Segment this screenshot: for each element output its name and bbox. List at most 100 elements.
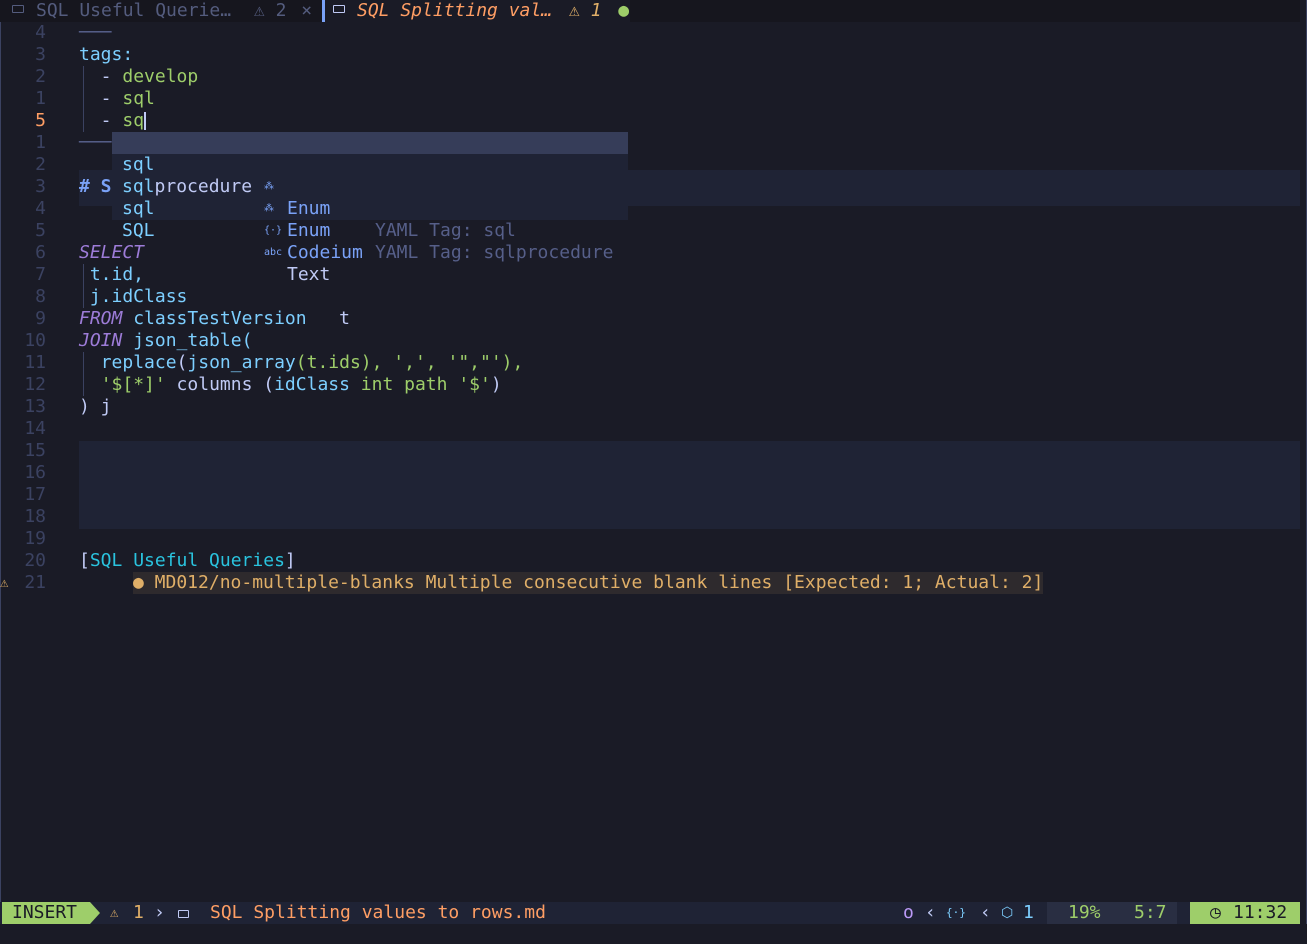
tab-label: SQL Useful Querie… bbox=[36, 0, 232, 21]
separator-icon: ‹ bbox=[980, 902, 991, 923]
line-number: 19 bbox=[24, 528, 46, 549]
sql-type: int path bbox=[349, 374, 459, 395]
line-number: 14 bbox=[24, 418, 46, 439]
cursor bbox=[144, 112, 147, 130]
status-indicator: o bbox=[903, 902, 914, 923]
line-number: 1 bbox=[35, 88, 46, 109]
line-number: 8 bbox=[35, 286, 46, 307]
lsp-cube-icon: ⬡ bbox=[1001, 905, 1014, 921]
paren: ( bbox=[176, 352, 188, 373]
cursor-position: 5:7 bbox=[1134, 902, 1167, 923]
code-block-band bbox=[79, 441, 1300, 529]
sql-alias: t bbox=[339, 308, 350, 329]
warning-sign-icon: ⚠ bbox=[0, 575, 9, 591]
yaml-value: develop bbox=[122, 66, 199, 87]
sql-keyword: columns ( bbox=[165, 374, 275, 395]
markdown-icon bbox=[178, 910, 189, 918]
wikilink-bracket: ] bbox=[284, 550, 296, 571]
completion-kind: Enum bbox=[287, 220, 331, 241]
sql-function: json_array bbox=[187, 352, 296, 373]
line-number: 17 bbox=[24, 484, 46, 505]
completion-item[interactable]: sqlprocedure ⁂ Enum YAML Tag: sqlprocedu… bbox=[112, 154, 628, 263]
line-number: 4 bbox=[35, 22, 46, 43]
sql-join: JOIN bbox=[79, 330, 123, 351]
line-number: 11 bbox=[24, 352, 46, 373]
line-number: 6 bbox=[35, 242, 46, 263]
sql-args: (t.ids), ',', '","'), bbox=[295, 352, 524, 373]
completion-match: SQL bbox=[122, 220, 155, 241]
warning-icon: ⚠ bbox=[568, 0, 580, 21]
codeium-icon: {·} bbox=[946, 906, 966, 919]
completion-menu[interactable]: sql ⁂ Enum YAML Tag: sql sqlprocedure ⁂ … bbox=[112, 132, 628, 285]
line-number: 13 bbox=[24, 396, 46, 417]
line-number: 18 bbox=[24, 506, 46, 527]
modified-dot-icon: ● bbox=[618, 0, 630, 21]
line-number: 12 bbox=[24, 374, 46, 395]
completion-detail: YAML Tag: sqlprocedure bbox=[375, 242, 614, 263]
paren: ) bbox=[490, 374, 502, 395]
mode-indicator: INSERT bbox=[2, 902, 100, 924]
yaml-value-current: sq bbox=[122, 110, 145, 131]
lsp-client-count: 1 bbox=[1023, 902, 1034, 923]
text-icon: abc bbox=[264, 247, 283, 258]
markdown-icon bbox=[333, 5, 345, 13]
tab-label: SQL Splitting val… bbox=[357, 0, 553, 21]
close-icon[interactable]: × bbox=[301, 0, 312, 21]
line-number: 16 bbox=[24, 462, 46, 483]
tab-sql-splitting-values[interactable]: SQL Splitting val… ⚠ 1 ● bbox=[322, 0, 630, 22]
sql-function: replace bbox=[100, 352, 177, 373]
status-filename: SQL Splitting values to rows.md bbox=[210, 902, 546, 923]
clock-icon: ◷ bbox=[1210, 902, 1221, 923]
wikilink-bracket: [ bbox=[79, 550, 90, 571]
completion-kind: Text bbox=[287, 264, 331, 285]
line-number: 9 bbox=[35, 308, 46, 329]
codeium-icon: {·} bbox=[264, 225, 283, 236]
statusline: INSERT ⚠ 1 › SQL Splitting values to row… bbox=[0, 902, 1300, 924]
yaml-dash: - bbox=[79, 110, 123, 131]
heading-text: # S bbox=[79, 176, 112, 197]
warning-icon: ⚠ bbox=[253, 0, 265, 21]
line-number: 5 bbox=[35, 220, 46, 241]
tab-warning-count: 1 bbox=[590, 0, 602, 21]
frontmatter-rule: ─── bbox=[79, 22, 112, 43]
line-number: 1 bbox=[35, 132, 46, 153]
completion-detail: YAML Tag: sql bbox=[375, 220, 516, 241]
status-warning-count: 1 bbox=[133, 902, 144, 923]
line-number: 15 bbox=[24, 440, 46, 461]
yaml-dash: - bbox=[79, 88, 123, 109]
tabline: SQL Useful Querie… ⚠ 2 × SQL Splitting v… bbox=[0, 0, 1300, 22]
sql-close-text: ) j bbox=[79, 396, 112, 417]
yaml-dash: - bbox=[79, 66, 123, 87]
separator-icon: › bbox=[154, 902, 165, 923]
clock-time: 11:32 bbox=[1233, 902, 1288, 923]
yaml-key-tags: tags: bbox=[79, 44, 134, 65]
command-line[interactable] bbox=[0, 924, 1307, 944]
line-number: 3 bbox=[35, 176, 46, 197]
line-number: 4 bbox=[35, 198, 46, 219]
tab-sql-useful-queries[interactable]: SQL Useful Querie… ⚠ 2 × bbox=[12, 0, 312, 22]
sql-function: json_table( bbox=[133, 330, 253, 351]
completion-item[interactable]: SQL abc Text bbox=[112, 198, 628, 285]
line-number: 3 bbox=[35, 44, 46, 65]
tab-warning-count: 2 bbox=[275, 0, 287, 21]
scroll-percent: 19% bbox=[1068, 902, 1101, 923]
line-number: 2 bbox=[35, 154, 46, 175]
wikilink[interactable]: SQL Useful Queries bbox=[90, 550, 285, 571]
sql-string: '$' bbox=[458, 374, 491, 395]
completion-item[interactable]: sql ⁂ Enum YAML Tag: sql bbox=[112, 132, 628, 241]
current-line-number: 5 bbox=[35, 110, 46, 131]
diagnostic-virtual-text: ● MD012/no-multiple-blanks Multiple cons… bbox=[133, 572, 1044, 594]
line-number: 7 bbox=[35, 264, 46, 285]
warning-icon: ⚠ bbox=[110, 905, 119, 921]
line-number: 10 bbox=[24, 330, 46, 351]
line-number: 2 bbox=[35, 66, 46, 87]
sql-table: classTestVersion bbox=[133, 308, 307, 329]
frontmatter-rule: ─── bbox=[79, 132, 112, 153]
markdown-icon bbox=[12, 5, 24, 13]
sql-from: FROM bbox=[79, 308, 123, 329]
yaml-value: sql bbox=[122, 88, 155, 109]
separator-icon: ‹ bbox=[925, 902, 936, 923]
completion-kind: Codeium bbox=[287, 242, 363, 263]
sql-close: ) j bbox=[79, 396, 112, 418]
completion-item[interactable]: sql {·} Codeium bbox=[112, 176, 628, 263]
